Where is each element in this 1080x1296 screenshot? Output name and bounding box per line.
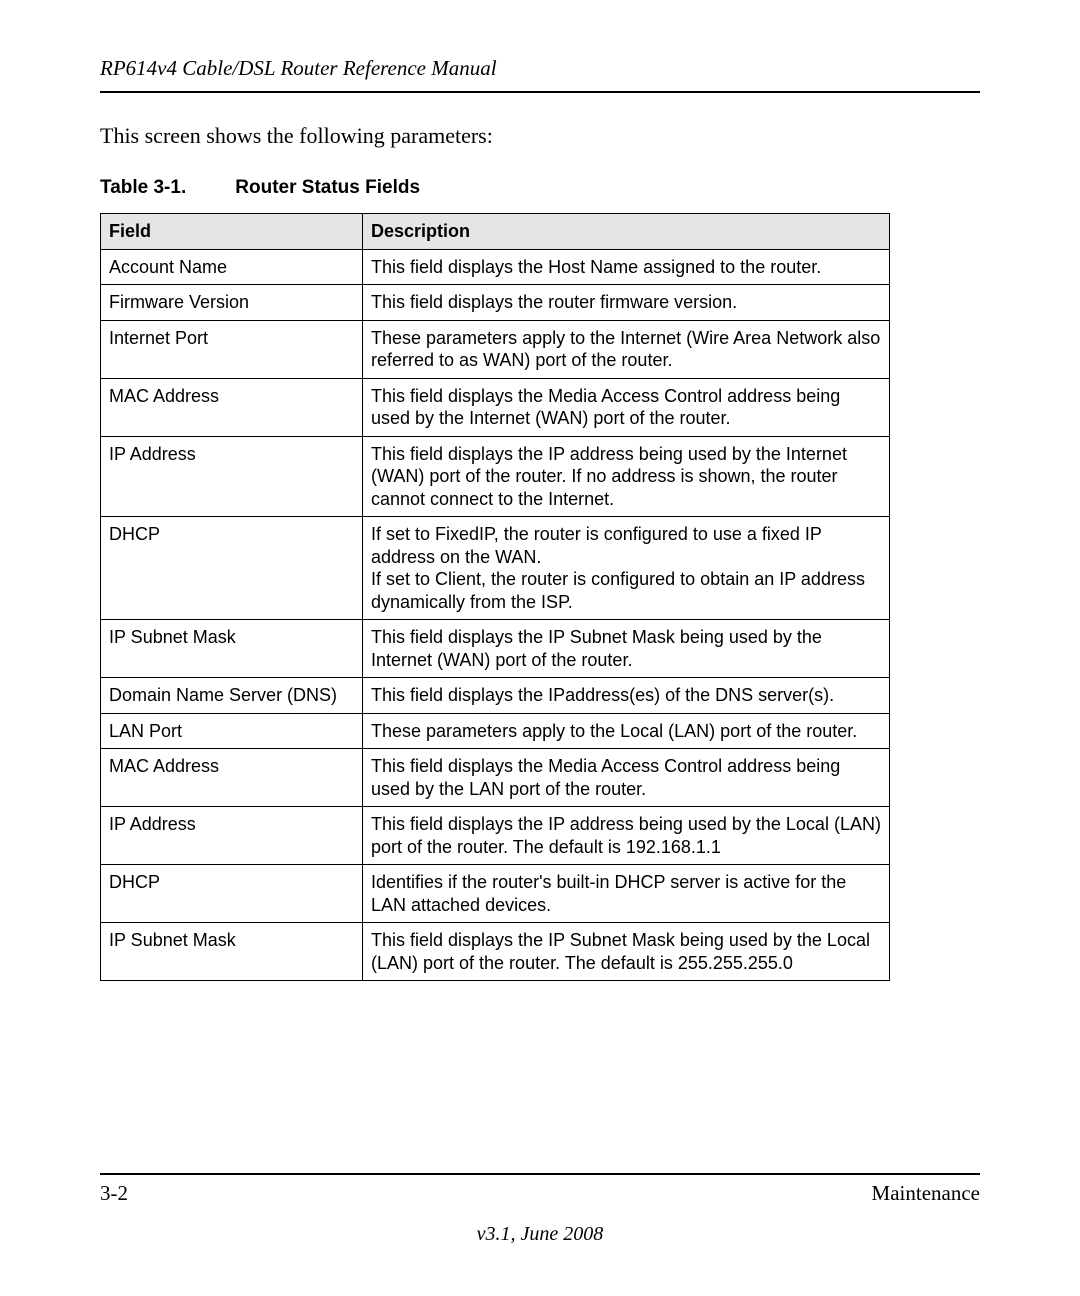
- col-field-header: Field: [101, 214, 363, 250]
- table-caption: Table 3-1. Router Status Fields: [100, 177, 980, 199]
- field-description: Identifies if the router's built-in DHCP…: [363, 865, 890, 923]
- field-description: If set to FixedIP, the router is configu…: [363, 517, 890, 620]
- field-name: Account Name: [101, 249, 363, 285]
- router-status-table: Field Description Account NameThis field…: [100, 213, 890, 981]
- field-description: These parameters apply to the Local (LAN…: [363, 713, 890, 749]
- table-row: MAC AddressThis field displays the Media…: [101, 378, 890, 436]
- field-name: MAC Address: [101, 378, 363, 436]
- field-description: These parameters apply to the Internet (…: [363, 320, 890, 378]
- field-name: MAC Address: [101, 749, 363, 807]
- page-footer: 3-2 Maintenance: [100, 1165, 980, 1206]
- field-name: DHCP: [101, 517, 363, 620]
- field-name: Internet Port: [101, 320, 363, 378]
- table-row: LAN PortThese parameters apply to the Lo…: [101, 713, 890, 749]
- field-name: DHCP: [101, 865, 363, 923]
- field-description: This field displays the Media Access Con…: [363, 378, 890, 436]
- table-row: Firmware VersionThis field displays the …: [101, 285, 890, 321]
- footer-rule: [100, 1173, 980, 1175]
- intro-text: This screen shows the following paramete…: [100, 123, 980, 149]
- field-name: IP Address: [101, 807, 363, 865]
- field-description: This field displays the IPaddress(es) of…: [363, 678, 890, 714]
- field-description: This field displays the IP Subnet Mask b…: [363, 620, 890, 678]
- table-row: DHCPIdentifies if the router's built-in …: [101, 865, 890, 923]
- table-row: Account NameThis field displays the Host…: [101, 249, 890, 285]
- table-row: Internet PortThese parameters apply to t…: [101, 320, 890, 378]
- table-title: Router Status Fields: [235, 177, 420, 198]
- field-name: Firmware Version: [101, 285, 363, 321]
- field-description: This field displays the Media Access Con…: [363, 749, 890, 807]
- field-description: This field displays the IP address being…: [363, 436, 890, 517]
- table-row: MAC AddressThis field displays the Media…: [101, 749, 890, 807]
- col-desc-header: Description: [363, 214, 890, 250]
- field-description: This field displays the router firmware …: [363, 285, 890, 321]
- table-row: IP AddressThis field displays the IP add…: [101, 807, 890, 865]
- field-description: This field displays the Host Name assign…: [363, 249, 890, 285]
- page-number: 3-2: [100, 1181, 128, 1206]
- doc-title: RP614v4 Cable/DSL Router Reference Manua…: [100, 56, 980, 81]
- field-name: LAN Port: [101, 713, 363, 749]
- header-rule: [100, 91, 980, 93]
- field-name: IP Address: [101, 436, 363, 517]
- field-name: IP Subnet Mask: [101, 923, 363, 981]
- field-description: This field displays the IP Subnet Mask b…: [363, 923, 890, 981]
- table-row: IP Subnet MaskThis field displays the IP…: [101, 620, 890, 678]
- table-row: IP Subnet MaskThis field displays the IP…: [101, 923, 890, 981]
- table-number: Table 3-1.: [100, 177, 230, 199]
- field-description: This field displays the IP address being…: [363, 807, 890, 865]
- version-line: v3.1, June 2008: [0, 1223, 1080, 1246]
- table-row: IP AddressThis field displays the IP add…: [101, 436, 890, 517]
- field-name: IP Subnet Mask: [101, 620, 363, 678]
- table-row: Domain Name Server (DNS)This field displ…: [101, 678, 890, 714]
- table-row: DHCPIf set to FixedIP, the router is con…: [101, 517, 890, 620]
- section-name: Maintenance: [872, 1181, 980, 1206]
- field-name: Domain Name Server (DNS): [101, 678, 363, 714]
